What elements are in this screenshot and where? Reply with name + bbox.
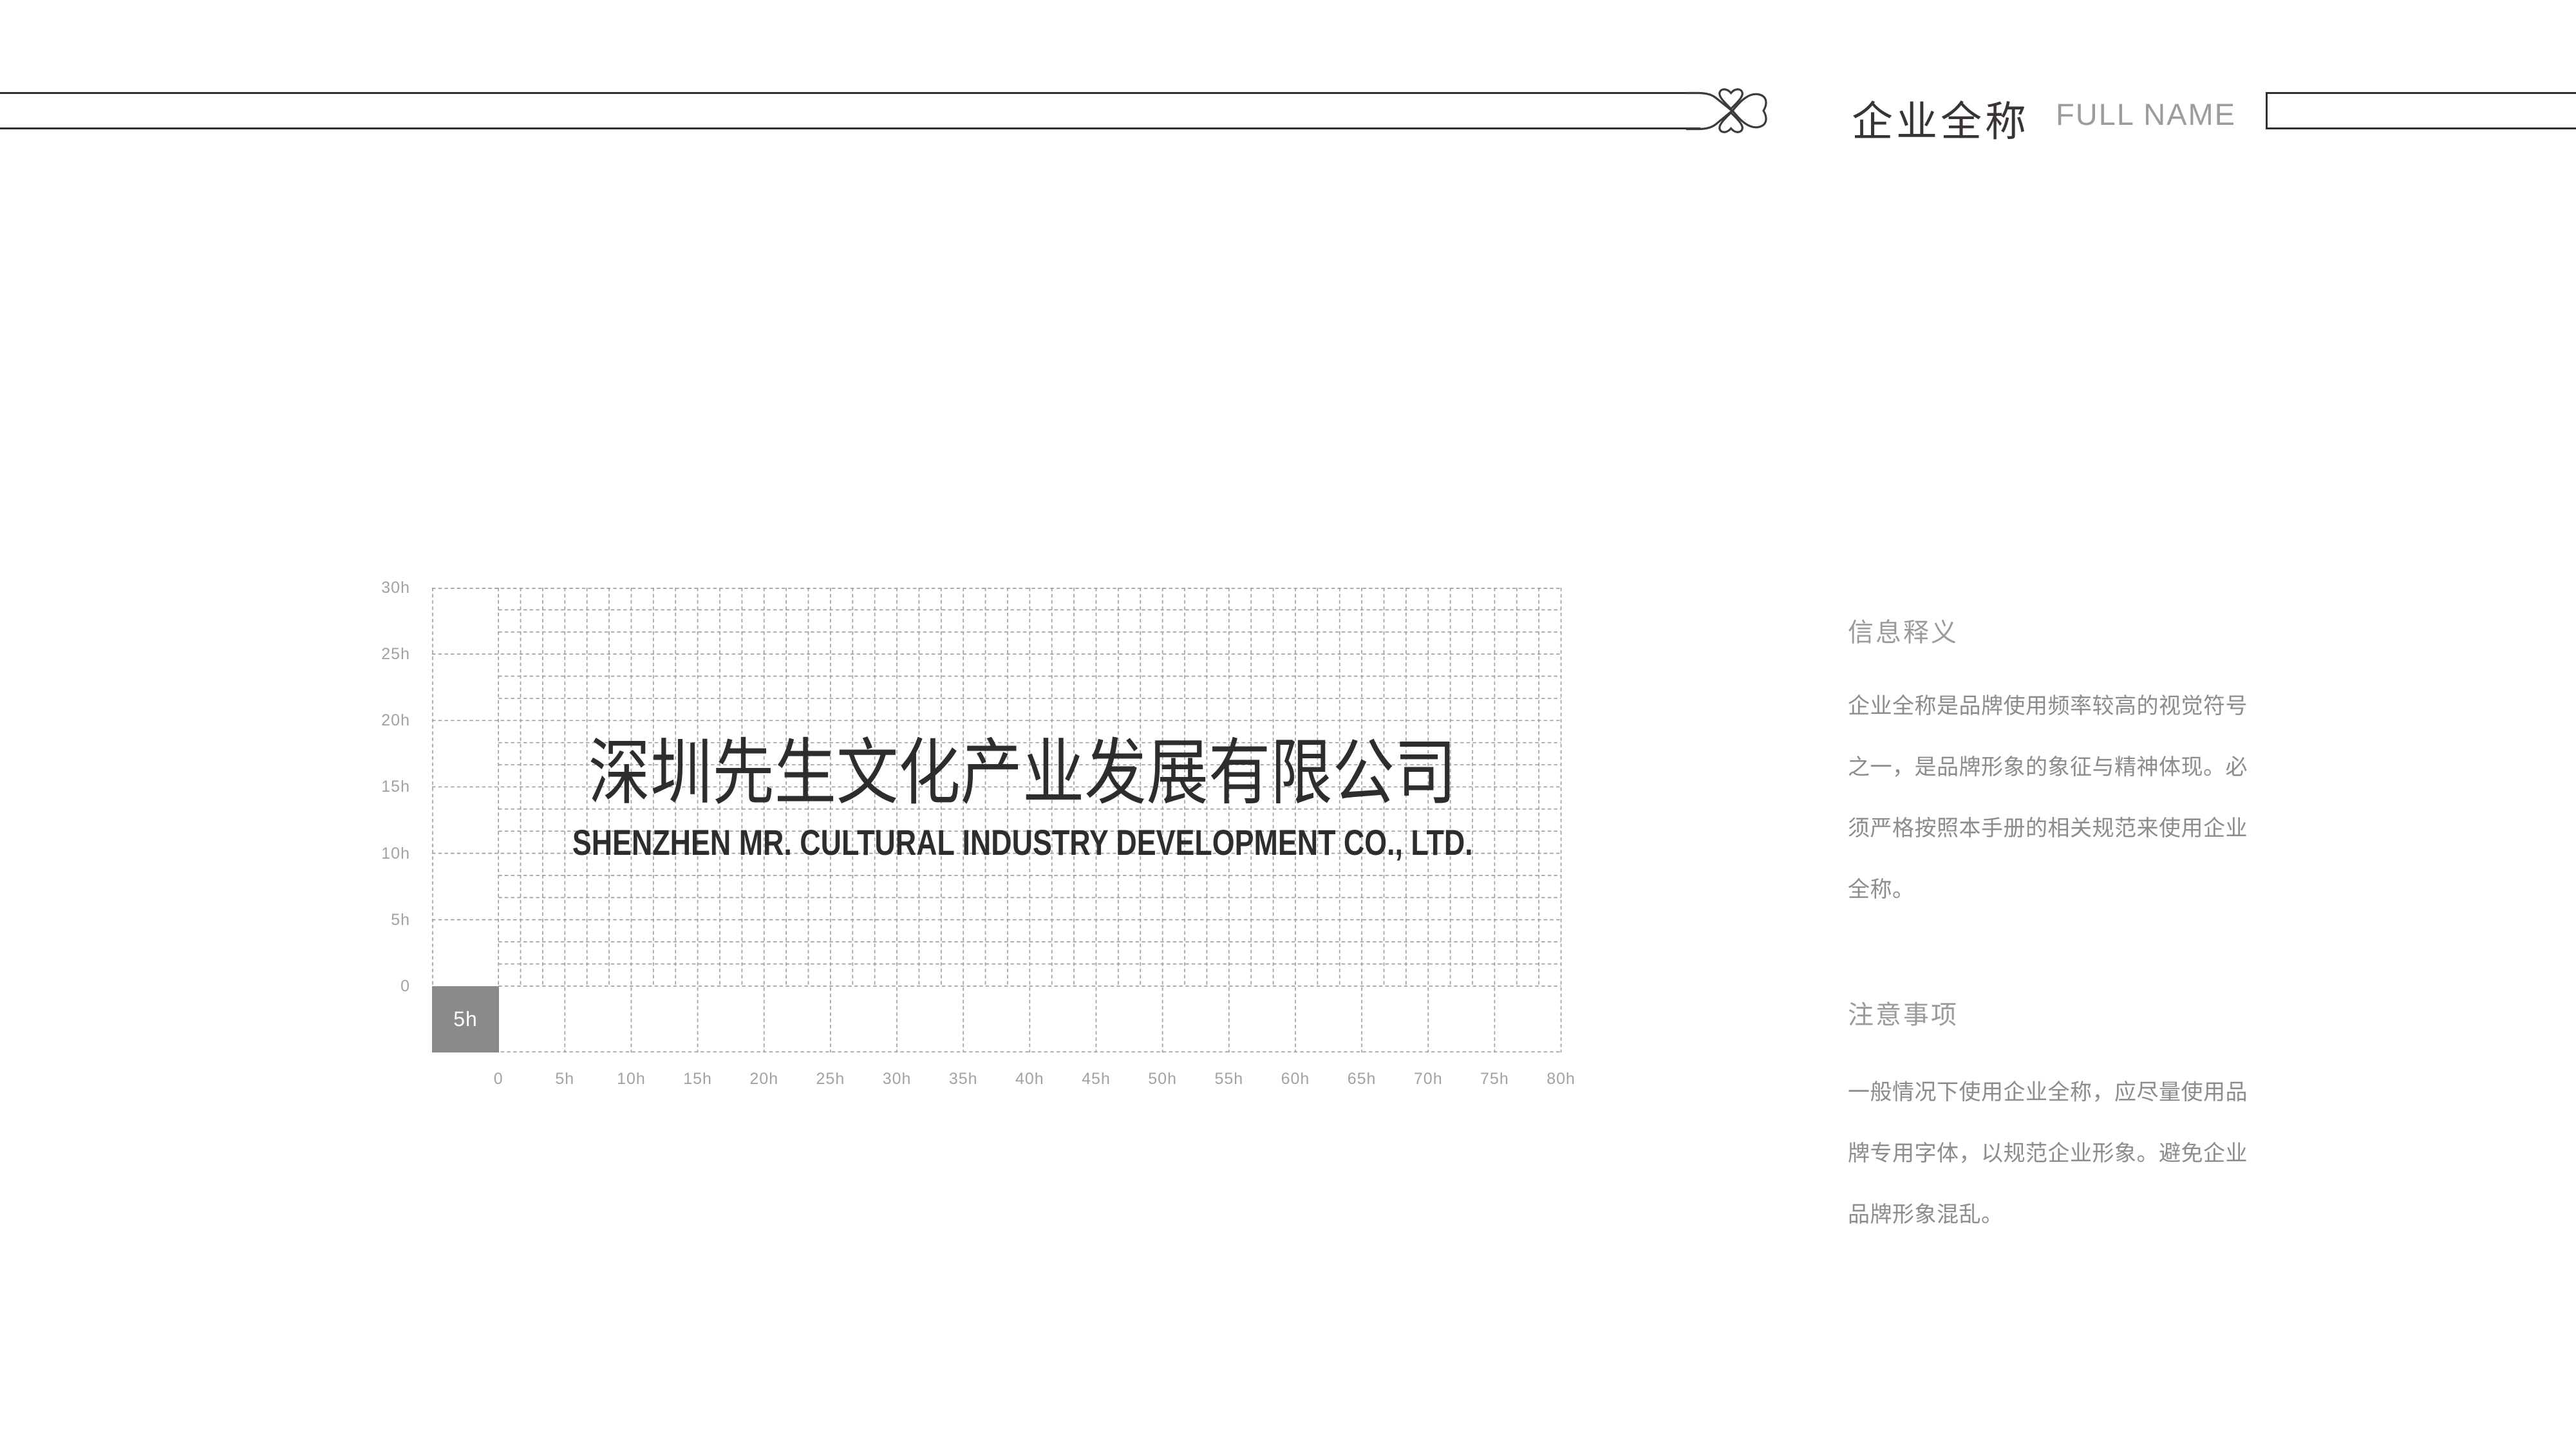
x-tick-label: 30h <box>858 1070 935 1089</box>
grid-unit-swatch: 5h <box>432 986 499 1052</box>
paragraph-line: 一般情况下使用企业全称，应尽量使用品 <box>1848 1062 2286 1123</box>
y-tick-label: 20h <box>309 711 410 730</box>
x-tick-label: 70h <box>1389 1070 1467 1089</box>
x-tick-label: 75h <box>1456 1070 1533 1089</box>
section-heading-notes: 注意事项 <box>1848 994 1959 1031</box>
y-tick-label: 5h <box>309 910 410 930</box>
section-heading-info: 信息释义 <box>1848 612 1959 649</box>
x-tick-label: 25h <box>792 1070 869 1089</box>
x-tick-label: 5h <box>526 1070 603 1089</box>
x-tick-label: 35h <box>925 1070 1002 1089</box>
x-tick-label: 45h <box>1058 1070 1135 1089</box>
paragraph-line: 全称。 <box>1848 859 2286 921</box>
page-title-en: FULL NAME <box>2056 97 2236 132</box>
x-tick-label: 15h <box>659 1070 737 1089</box>
paragraph-line: 企业全称是品牌使用频率较高的视觉符号 <box>1848 676 2286 737</box>
paragraph-line: 品牌形象混乱。 <box>1848 1184 2286 1246</box>
paragraph-line: 须严格按照本手册的相关规范来使用企业 <box>1848 798 2286 859</box>
y-tick-label: 0 <box>309 977 410 996</box>
x-tick-label: 80h <box>1523 1070 1600 1089</box>
y-tick-label: 25h <box>309 644 410 664</box>
section-body-notes: 一般情况下使用企业全称，应尽量使用品牌专用字体，以规范企业形象。避免企业品牌形象… <box>1848 1062 2286 1246</box>
x-tick-label: 50h <box>1124 1070 1201 1089</box>
company-name-cn: 深圳先生文化产业发展有限公司 <box>379 735 1666 811</box>
y-tick-label: 30h <box>309 578 410 597</box>
x-tick-label: 40h <box>991 1070 1068 1089</box>
header-left-ribbon <box>0 92 1700 129</box>
x-tick-label: 10h <box>592 1070 670 1089</box>
x-tick-label: 60h <box>1257 1070 1334 1089</box>
paragraph-line: 之一，是品牌形象的象征与精神体现。必 <box>1848 737 2286 798</box>
clover-knot-icon <box>1655 81 1783 145</box>
measurement-grid <box>432 588 1562 1054</box>
section-body-info: 企业全称是品牌使用频率较高的视觉符号之一，是品牌形象的象征与精神体现。必须严格按… <box>1848 676 2286 921</box>
page-title: 企业全称 <box>1852 89 2029 148</box>
header-right-rect <box>2266 92 2576 129</box>
x-tick-label: 55h <box>1190 1070 1268 1089</box>
paragraph-line: 牌专用字体，以规范企业形象。避免企业 <box>1848 1123 2286 1184</box>
x-tick-label: 20h <box>726 1070 803 1089</box>
y-tick-label: 10h <box>309 844 410 863</box>
x-tick-label: 65h <box>1323 1070 1400 1089</box>
brand-manual-page: 企业全称 FULL NAME 深圳先生文化产业发展有限公司 SHENZHEN M… <box>0 0 2576 1449</box>
y-tick-label: 15h <box>309 777 410 796</box>
x-tick-label: 0 <box>460 1070 537 1089</box>
company-name-en: SHENZHEN MR. CULTURAL INDUSTRY DEVELOPME… <box>379 824 1666 861</box>
grid-unit-label: 5h <box>453 1007 478 1031</box>
